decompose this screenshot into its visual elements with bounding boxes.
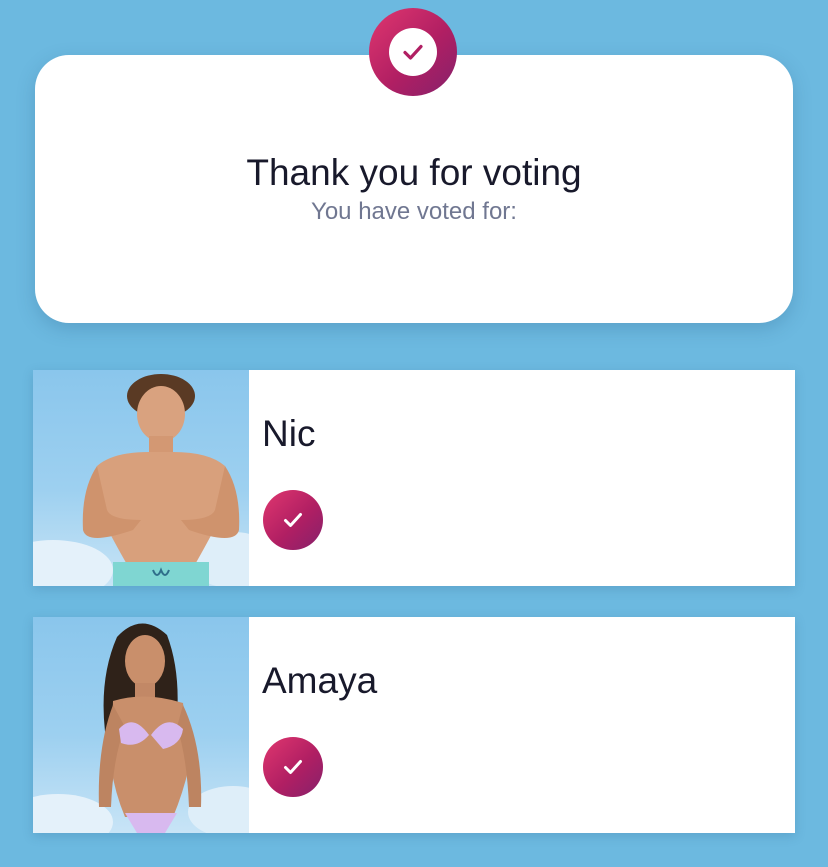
check-icon — [284, 513, 302, 527]
contestant-photo-illustration — [33, 623, 249, 833]
check-icon — [284, 760, 302, 774]
contestant-name: Nic — [262, 413, 316, 454]
contestant-photo-illustration — [33, 374, 249, 586]
vote-card-nic: Nic — [33, 370, 795, 586]
contestant-photo — [33, 370, 249, 586]
voted-for-subtitle: You have voted for: — [311, 198, 517, 225]
badge-inner-circle — [389, 28, 437, 76]
thank-you-title: Thank you for voting — [246, 152, 582, 193]
contestant-name: Amaya — [262, 660, 378, 701]
voted-check-badge — [263, 737, 323, 797]
voted-check-badge — [263, 490, 323, 550]
voted-badge — [369, 8, 457, 96]
contestant-photo — [33, 617, 249, 833]
check-icon — [403, 44, 423, 60]
vote-card-amaya: Amaya — [33, 617, 795, 833]
